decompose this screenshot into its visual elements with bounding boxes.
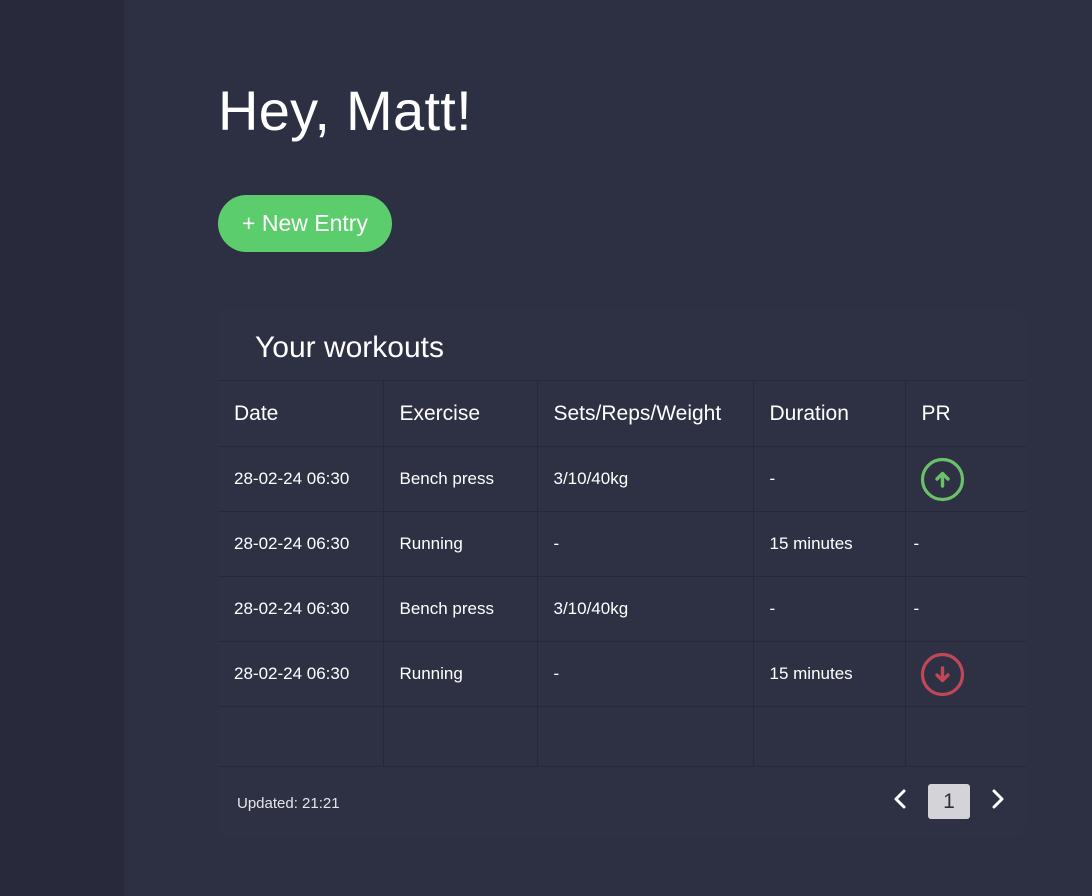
- chevron-right-icon: [990, 789, 1006, 814]
- cell-exercise: Bench press: [382, 446, 538, 512]
- cell-empty: [752, 706, 906, 767]
- cell-pr: -: [904, 576, 1026, 642]
- cell-date: 28-02-24 06:30: [218, 576, 384, 642]
- table-header-row: Date Exercise Sets/Reps/Weight Duration …: [218, 380, 1026, 447]
- table-row[interactable]: 28-02-24 06:30 Bench press 3/10/40kg - -: [218, 576, 1026, 642]
- app-page: Hey, Matt! + New Entry Your workouts Dat…: [0, 0, 1092, 896]
- column-header-duration: Duration: [752, 380, 906, 447]
- cell-date: 28-02-24 06:30: [218, 446, 384, 512]
- cell-empty: [382, 706, 538, 767]
- prev-page-button[interactable]: [888, 785, 912, 819]
- table-row[interactable]: 28-02-24 06:30 Running - 15 minutes: [218, 641, 1026, 707]
- cell-duration: 15 minutes: [752, 641, 906, 707]
- cell-pr: [904, 641, 1026, 707]
- cell-pr: -: [904, 511, 1026, 577]
- next-page-button[interactable]: [986, 785, 1010, 819]
- cell-duration: 15 minutes: [752, 511, 906, 577]
- updated-timestamp: Updated: 21:21: [237, 795, 340, 812]
- cell-date: 28-02-24 06:30: [218, 511, 384, 577]
- column-header-exercise: Exercise: [382, 380, 538, 447]
- cell-duration: -: [752, 446, 906, 512]
- cell-pr: [904, 446, 1026, 512]
- cell-empty: [218, 706, 384, 767]
- arrow-up-circle-icon: [920, 457, 965, 502]
- cell-exercise: Running: [382, 641, 538, 707]
- cell-sets-reps-weight: -: [536, 641, 754, 707]
- workouts-table: Date Exercise Sets/Reps/Weight Duration …: [218, 380, 1026, 767]
- new-entry-button[interactable]: + New Entry: [218, 195, 392, 252]
- column-header-pr: PR: [904, 380, 1026, 447]
- cell-empty: [904, 706, 1026, 767]
- column-header-date: Date: [218, 380, 384, 447]
- pagination: 1: [888, 784, 1010, 819]
- cell-date: 28-02-24 06:30: [218, 641, 384, 707]
- cell-sets-reps-weight: 3/10/40kg: [536, 446, 754, 512]
- column-header-sets-reps-weight: Sets/Reps/Weight: [536, 380, 754, 447]
- cell-empty: [536, 706, 754, 767]
- workouts-card: Your workouts Date Exercise Sets/Reps/We…: [218, 309, 1026, 837]
- cell-sets-reps-weight: -: [536, 511, 754, 577]
- table-row[interactable]: 28-02-24 06:30 Running - 15 minutes -: [218, 511, 1026, 577]
- cell-exercise: Bench press: [382, 576, 538, 642]
- workouts-title: Your workouts: [255, 331, 444, 364]
- greeting-title: Hey, Matt!: [218, 79, 473, 142]
- cell-sets-reps-weight: 3/10/40kg: [536, 576, 754, 642]
- arrow-down-circle-icon: [920, 652, 965, 697]
- table-row-empty: [218, 706, 1026, 767]
- page-number-button[interactable]: 1: [928, 784, 970, 819]
- chevron-left-icon: [892, 789, 908, 814]
- cell-exercise: Running: [382, 511, 538, 577]
- cell-duration: -: [752, 576, 906, 642]
- sidebar: [0, 0, 124, 896]
- table-row[interactable]: 28-02-24 06:30 Bench press 3/10/40kg -: [218, 446, 1026, 512]
